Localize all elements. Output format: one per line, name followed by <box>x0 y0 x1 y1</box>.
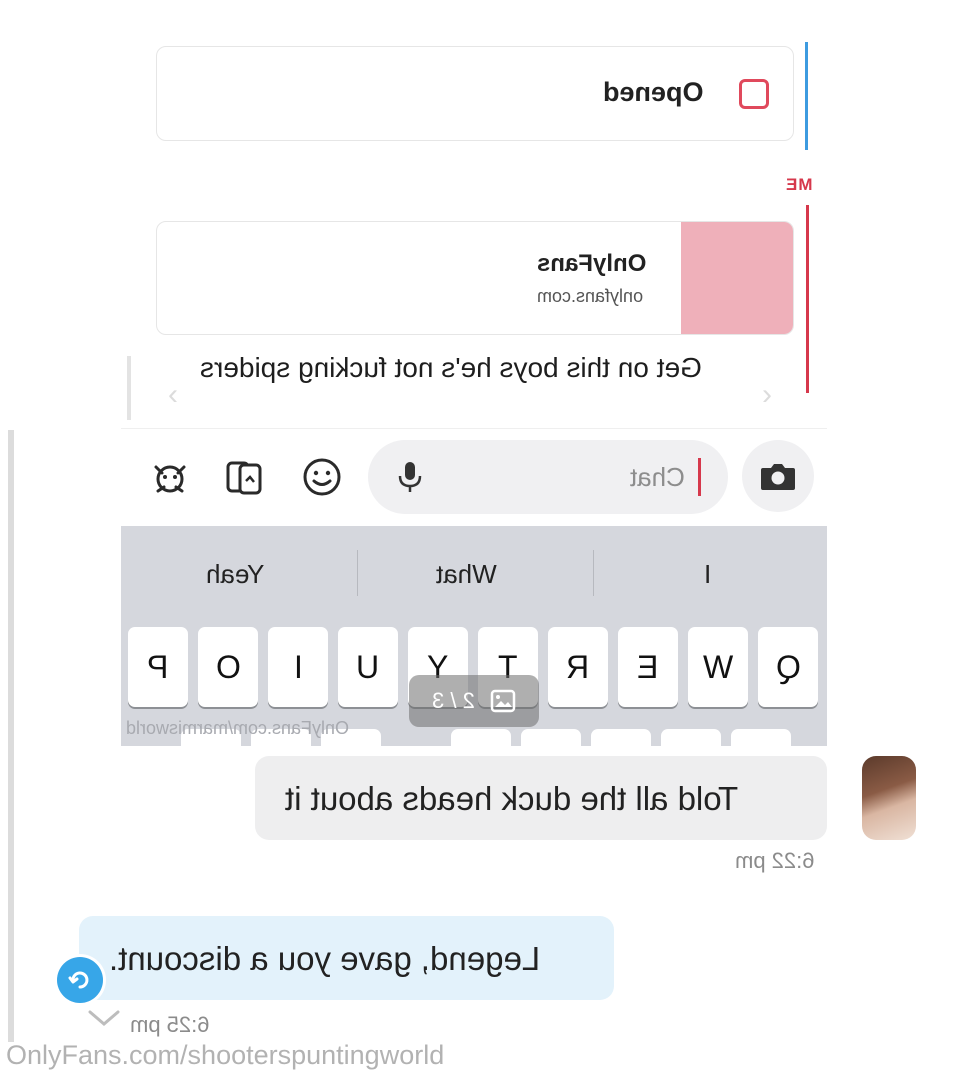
opened-accent-bar <box>805 42 808 150</box>
image-counter-text: 2 / 3 <box>431 688 475 713</box>
watermark: OnlyFans.com/shooterspuntingworld <box>6 1040 445 1070</box>
key-i: I <box>268 627 328 707</box>
incoming-message-text: Told all the duck heads about it <box>285 780 739 817</box>
chevron-down-icon <box>87 1008 121 1033</box>
link-preview-card: OnlyFans onlyfans.com <box>156 221 794 335</box>
chevron-left-icon: ‹ <box>168 378 178 411</box>
image-counter: 2 / 3 <box>409 675 539 727</box>
read-receipt-icon <box>57 957 103 1003</box>
suggestion-what: What <box>436 559 497 589</box>
image-icon <box>491 689 516 713</box>
opened-status-card: Opened <box>156 46 794 141</box>
chevron-right-icon: › <box>762 378 772 411</box>
key-e: E <box>618 627 678 707</box>
incoming-message-bubble: Told all the duck heads about it <box>255 756 827 840</box>
snap-message-text: Get on this boys he's not fucking spider… <box>200 352 702 383</box>
text-caret <box>698 458 701 496</box>
chat-input-field: Chat <box>368 440 728 514</box>
suggestion-yeah: Yeah <box>206 559 265 589</box>
sender-label: ME <box>785 175 813 194</box>
key-w: W <box>688 627 748 707</box>
suggestion-i: I <box>704 559 712 589</box>
input-divider <box>121 428 827 429</box>
scroll-track <box>8 430 14 1042</box>
mic-icon <box>396 460 424 499</box>
key-o: O <box>198 627 258 707</box>
opened-square-icon <box>739 79 769 109</box>
divider-line <box>127 356 131 420</box>
opened-label: Opened <box>603 77 704 107</box>
key-u: U <box>338 627 398 707</box>
key-r: R <box>548 627 608 707</box>
smile-icon <box>297 452 347 502</box>
link-site-url: onlyfans.com <box>537 286 644 306</box>
outgoing-message-text: Legend, gave you a discount. <box>109 940 541 977</box>
inner-watermark: OnlyFans.com/marmisworld <box>126 718 350 738</box>
chat-placeholder: Chat <box>630 462 685 492</box>
link-thumbnail <box>681 222 793 334</box>
outgoing-message-bubble: Legend, gave you a discount. <box>79 916 614 1000</box>
key-q: Q <box>758 627 818 707</box>
camera-button <box>742 440 814 512</box>
link-site-name: OnlyFans <box>537 250 647 277</box>
my-message-accent-bar <box>806 205 809 393</box>
message-timestamp: 6:25 pm <box>130 1012 210 1037</box>
cards-icon <box>219 452 269 502</box>
message-timestamp: 6:22 pm <box>735 848 815 873</box>
key-p: P <box>128 627 188 707</box>
bitmoji-icon <box>145 452 195 502</box>
camera-icon <box>761 464 795 490</box>
avatar <box>862 756 916 840</box>
